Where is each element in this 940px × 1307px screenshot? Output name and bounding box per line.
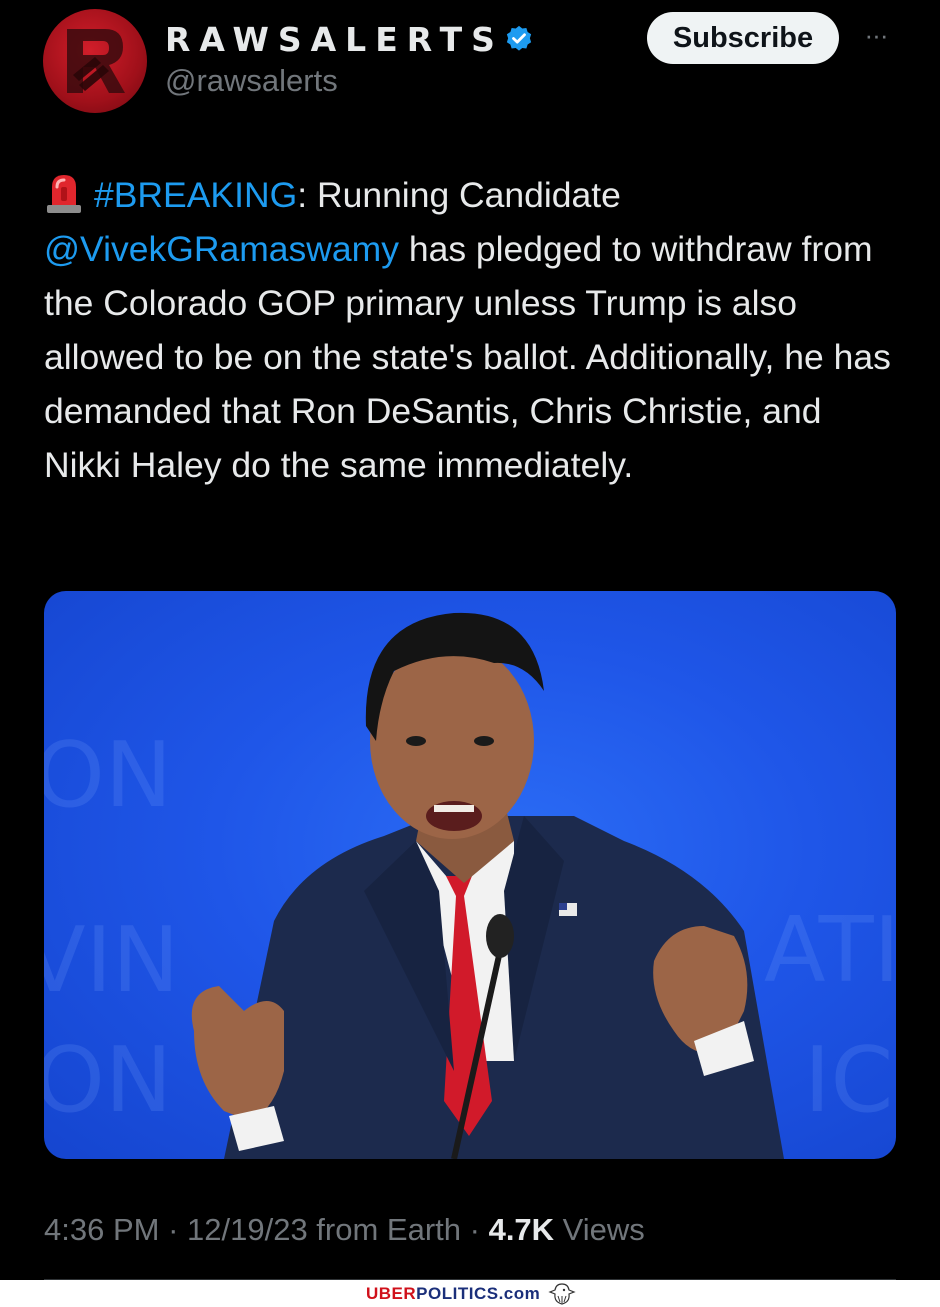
svg-text:VIN: VIN	[44, 908, 179, 1013]
watermark-bar: UBERPOLITICS.com	[0, 1280, 940, 1307]
svg-text:ATI: ATI	[764, 898, 896, 1003]
separator: ·	[159, 1212, 188, 1247]
tweet-date[interactable]: 12/19/23	[187, 1212, 308, 1247]
watermark-red: UBER	[366, 1284, 417, 1303]
mention-link[interactable]: @VivekGRamaswamy	[44, 229, 399, 269]
user-handle[interactable]: @rawsalerts	[165, 63, 338, 99]
tweet-metadata: 4:36 PM · 12/19/23 from Earth · 4.7K Vie…	[44, 1212, 645, 1248]
tweet-text: #BREAKING: Running Candidate @VivekGRama…	[44, 168, 904, 492]
tweet-photo[interactable]: ON VIN ON ATI IC	[44, 591, 896, 1159]
svg-text:ON: ON	[44, 1028, 172, 1133]
svg-text:IC: IC	[804, 1028, 893, 1133]
tweet-time[interactable]: 4:36 PM	[44, 1212, 159, 1247]
display-name[interactable]: RAWSALERTS	[165, 20, 504, 59]
speaker-photo-illustration: ON VIN ON ATI IC	[44, 612, 896, 1159]
tweet-text-part: : Running Candidate	[297, 175, 621, 215]
views-count[interactable]: 4.7K	[489, 1212, 554, 1247]
avatar[interactable]	[43, 9, 147, 113]
verified-badge-icon	[506, 25, 532, 51]
name-row: RAWSALERTS	[165, 17, 534, 61]
more-options-icon[interactable]: ···	[860, 20, 892, 50]
watermark-blue: POLITICS.com	[416, 1284, 541, 1303]
rawsalerts-logo-icon	[67, 29, 125, 93]
police-light-siren-icon	[47, 175, 81, 213]
views-label[interactable]: Views	[554, 1212, 645, 1247]
tweet-source: from Earth	[307, 1212, 462, 1247]
subscribe-button[interactable]: Subscribe	[647, 12, 839, 64]
separator: ·	[461, 1212, 489, 1247]
watermark-text: UBERPOLITICS.com	[366, 1284, 540, 1304]
svg-text:ON: ON	[44, 723, 172, 828]
hashtag-breaking[interactable]: #BREAKING	[94, 175, 297, 215]
eagle-icon	[548, 1283, 576, 1305]
tweet-header: RAWSALERTS @rawsalerts Subscribe ···	[0, 0, 940, 120]
